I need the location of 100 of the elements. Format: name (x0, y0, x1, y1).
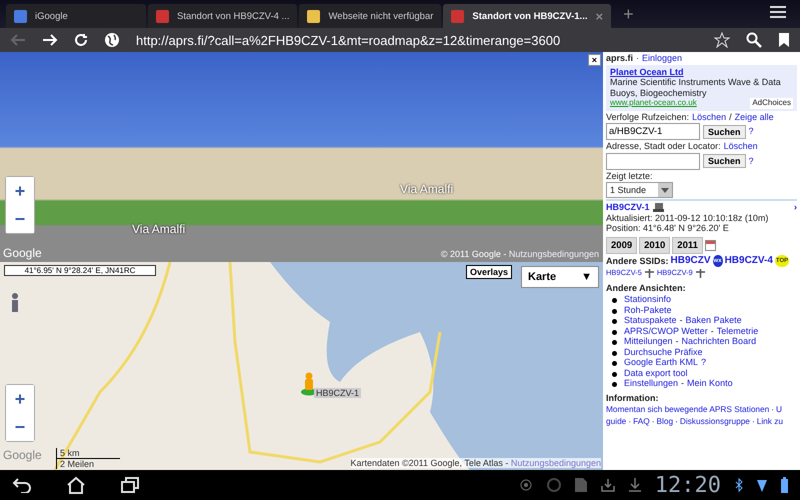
gps-icon (518, 478, 533, 492)
login-link[interactable]: Einloggen (642, 53, 682, 64)
search-button[interactable]: Suchen (703, 124, 746, 138)
recent-apps-icon[interactable] (120, 477, 140, 493)
sync-icon (546, 478, 561, 492)
new-tab-button[interactable]: + (613, 4, 644, 28)
field-label: Adresse, Stadt oder Locator: (606, 141, 721, 152)
field-label: Zeigt letzte: (606, 170, 654, 181)
field-label: Verfolge Rufzeichen: (606, 112, 690, 122)
view-link[interactable]: APRS/CWOP Wetter (624, 326, 708, 336)
laptop-icon (652, 202, 664, 212)
bullet-icon (612, 330, 617, 334)
year-tab[interactable]: 2011 (672, 236, 703, 254)
info-link[interactable]: Momentan sich bewegende APRS Stationen (606, 404, 770, 414)
browser-tab[interactable]: iGoogle (6, 4, 146, 28)
browser-tab[interactable]: Standort von HB9CZV-1... × (443, 4, 612, 28)
view-link[interactable]: ? (701, 357, 706, 368)
search-icon[interactable] (746, 32, 762, 48)
attribution-text: Kartendaten ©2011 Google, Tele Atlas - Nutzungsbedingungen (350, 458, 601, 468)
separator-text: · (752, 416, 755, 426)
separator-text: · (628, 416, 632, 426)
separator-text: - (680, 315, 683, 326)
bullet-icon (612, 298, 617, 303)
clear-link[interactable]: Zeige alle (734, 112, 774, 122)
clock-text: 12:20 (654, 472, 721, 498)
ad-title-link[interactable]: Planet Ocean Ltd (610, 66, 684, 76)
separator-text: · (675, 416, 678, 426)
separator-text: / (729, 112, 732, 122)
separator-text: · (652, 416, 654, 426)
time-range-dropdown[interactable]: 1 Stunde (606, 182, 673, 198)
browser-tab[interactable]: Standort von HB9CZV-4 ... (148, 4, 298, 28)
caret-icon (658, 183, 672, 197)
separator-text: - (676, 336, 679, 346)
bullet-icon (612, 308, 617, 314)
reload-icon[interactable] (74, 33, 88, 47)
adchoices-link[interactable]: AdChoices (750, 98, 793, 108)
view-link[interactable]: Mein Konto (687, 378, 733, 388)
clear-link[interactable]: Löschen (692, 112, 726, 122)
favicon-icon (307, 10, 320, 22)
next-arrow-link[interactable]: › (794, 202, 797, 212)
coordinates-text: 41°6.95' N 9°28.24' E, JN41RC (4, 265, 156, 276)
ad-text: Marine Scientific Instruments Wave & Data Buoys, Biogeochemistry (610, 77, 782, 98)
view-link[interactable]: Statuspakete (624, 315, 677, 326)
separator-text: - (681, 378, 684, 388)
bookmark-icon[interactable] (778, 32, 790, 48)
view-link[interactable]: Data export tool (624, 368, 688, 378)
home-icon[interactable] (66, 476, 86, 494)
clear-link[interactable]: Löschen (724, 141, 758, 152)
antenna-icon (696, 268, 705, 278)
view-link[interactable]: Stationsinfo (624, 294, 672, 304)
search-button[interactable]: Suchen (703, 154, 746, 168)
google-logo: Google (3, 448, 42, 462)
bullet-icon (612, 382, 617, 387)
search-field[interactable] (606, 152, 700, 170)
station-link[interactable]: HB9CZV-1 (606, 202, 650, 212)
forward-icon[interactable] (42, 33, 58, 47)
info-link[interactable]: Link zu (756, 416, 783, 426)
google-logo: Google (3, 246, 42, 260)
browser-tab[interactable]: Webseite nicht verfügbar (299, 4, 442, 28)
view-link[interactable]: Roh-Pakete (624, 304, 672, 315)
ssid-link[interactable]: HB9CZV-4 (724, 256, 773, 266)
view-link[interactable]: Einstellungen (624, 378, 678, 388)
help-link[interactable]: ? (748, 156, 754, 166)
scale-miles-text: 2 Meilen (56, 459, 94, 469)
info-link[interactable]: FAQ (633, 416, 650, 426)
download-tray-icon (600, 478, 615, 492)
help-link[interactable]: ? (748, 126, 754, 137)
updated-text: Aktualisiert: 2011-09-12 10:10:18z (10m) (606, 212, 770, 223)
view-link[interactable]: Nachrichten Board (682, 336, 756, 346)
view-link[interactable]: Google Earth KML (624, 357, 698, 368)
station-label: HB9CZV-1 (314, 388, 362, 398)
map-type-dropdown[interactable]: Karte ▼ (521, 266, 599, 288)
star-icon[interactable] (714, 32, 730, 48)
calendar-icon[interactable] (704, 240, 716, 250)
street-label: Via Amalfi (400, 182, 454, 196)
view-link[interactable]: Mitteilungen (624, 336, 673, 346)
close-button[interactable]: × (588, 54, 601, 66)
favicon-icon (156, 10, 169, 22)
site-name: aprs.fi (606, 53, 634, 64)
info-link[interactable]: guide (606, 416, 626, 426)
favicon-icon (14, 10, 27, 22)
overlays-button[interactable]: Overlays (466, 265, 512, 279)
information-heading: Information: (606, 392, 660, 403)
search-field[interactable]: a/HB9CZV-1 (606, 123, 700, 140)
bullet-icon (612, 372, 617, 376)
info-link[interactable]: Diskussionsgruppe (680, 416, 750, 426)
bullet-icon (612, 350, 617, 356)
ssid-link[interactable]: HB9CZV (670, 256, 711, 266)
year-tab[interactable]: 2009 (606, 236, 638, 254)
views-heading: Andere Ansichten: (606, 282, 687, 293)
download-icon (628, 478, 641, 492)
info-link[interactable]: Blog (656, 416, 674, 426)
info-link[interactable]: U (776, 404, 782, 414)
view-link[interactable]: Durchsuche Präfixe (624, 346, 703, 357)
view-link[interactable]: Baken Pakete (686, 315, 742, 326)
view-link[interactable]: Telemetrie (716, 326, 758, 336)
year-tab[interactable]: 2010 (639, 236, 670, 254)
battery-icon (781, 477, 788, 493)
position-text: Position: 41°6.48' N 9°26.20' E (606, 223, 730, 234)
copyright-text: © 2011 Google - Nutzungsbedingungen (440, 249, 599, 259)
